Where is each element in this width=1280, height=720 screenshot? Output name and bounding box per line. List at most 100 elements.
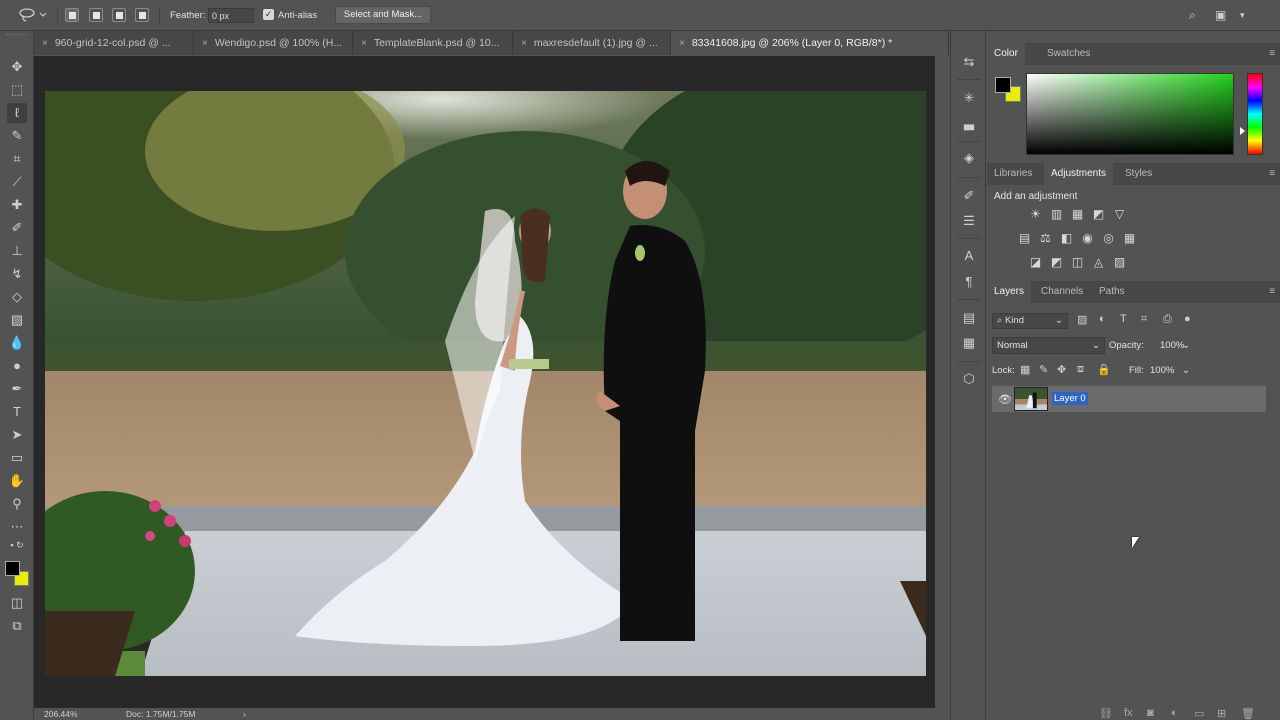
hue-slider[interactable]	[1247, 73, 1263, 155]
close-icon[interactable]: ×	[202, 38, 208, 49]
panel-menu-icon[interactable]: ≡	[1269, 48, 1275, 59]
lock-position-icon[interactable]: ✥	[1057, 363, 1066, 376]
quick-mask-icon[interactable]: ◫	[7, 593, 27, 613]
new-adjustment-layer-icon[interactable]: ◐	[1171, 707, 1178, 719]
3d-cube-icon[interactable]: ⬡	[960, 370, 978, 388]
type-tool-icon[interactable]: T	[7, 402, 27, 422]
brush-panel-icon[interactable]: ✐	[960, 187, 978, 205]
eye-icon[interactable]: 👁	[998, 393, 1012, 406]
eyedropper-tool-icon[interactable]: ⟋	[7, 172, 27, 192]
eraser-tool-icon[interactable]: ◇	[7, 287, 27, 307]
zoom-level[interactable]: 206.44%	[44, 709, 78, 719]
panel-menu-icon[interactable]: ≡	[1269, 286, 1275, 297]
canvas-area[interactable]	[34, 56, 935, 708]
lock-all-icon[interactable]: 🔒	[1097, 363, 1111, 376]
document-tab[interactable]: × TemplateBlank.psd @ 10...	[353, 31, 513, 55]
lock-artboard-icon[interactable]: ⧈	[1077, 363, 1084, 376]
close-icon[interactable]: ×	[42, 38, 48, 49]
new-selection-mode-button[interactable]	[65, 8, 79, 22]
pen-tool-icon[interactable]: ✒	[7, 379, 27, 399]
brightness-panel-icon[interactable]: ✳	[960, 89, 978, 107]
hand-tool-icon[interactable]: ✋	[7, 471, 27, 491]
document-tab[interactable]: × Wendigo.psd @ 100% (H...	[194, 31, 353, 55]
path-selection-tool-icon[interactable]: ➤	[7, 425, 27, 445]
opacity-input[interactable]: 100%	[1160, 338, 1184, 353]
properties-panel-icon[interactable]: ☰	[960, 212, 978, 230]
close-icon[interactable]: ×	[521, 38, 527, 49]
anti-alias-checkbox[interactable]: ✓	[263, 9, 274, 20]
blur-tool-icon[interactable]: 💧	[7, 333, 27, 353]
close-icon[interactable]: ×	[361, 38, 367, 49]
link-layers-icon[interactable]: ⛓	[1099, 707, 1113, 720]
foreground-color-swatch[interactable]	[5, 561, 20, 576]
intersect-selection-button[interactable]	[135, 8, 149, 22]
chevron-down-icon[interactable]: ⌄	[1182, 363, 1190, 378]
tab-layers[interactable]: Layers	[987, 281, 1032, 303]
filter-toggle-icon[interactable]: ●	[1184, 313, 1191, 325]
new-layer-icon[interactable]: ⊞	[1217, 707, 1226, 720]
chevron-down-icon[interactable]: ⌄	[1182, 338, 1190, 353]
selective-color-icon[interactable]: ◬	[1091, 255, 1106, 270]
swap-colors-icon[interactable]: ▪ ↻	[3, 539, 31, 551]
workspace-icon[interactable]: ▣	[1215, 8, 1226, 22]
color-foreground-swatch[interactable]	[995, 77, 1011, 93]
panel-grip[interactable]	[6, 34, 28, 37]
tab-libraries[interactable]: Libraries	[987, 163, 1039, 185]
blend-mode-select[interactable]: Normal ⌄	[992, 337, 1105, 354]
select-and-mask-button[interactable]: Select and Mask...	[335, 6, 431, 24]
quick-selection-tool-icon[interactable]: ✎	[7, 126, 27, 146]
chevron-down-icon[interactable]: ▾	[1240, 10, 1245, 21]
pixel-filter-icon[interactable]: ▨	[1077, 313, 1087, 326]
history-brush-tool-icon[interactable]: ↯	[7, 264, 27, 284]
document-tab[interactable]: × 960-grid-12-col.psd @ ...	[34, 31, 194, 55]
histogram-panel-icon[interactable]: ▃	[960, 114, 978, 132]
tab-channels[interactable]: Channels	[1034, 281, 1090, 303]
document-image[interactable]	[45, 91, 926, 676]
paragraph-panel-icon[interactable]: ¶	[960, 273, 978, 291]
zoom-tool-icon[interactable]: ⚲	[7, 494, 27, 514]
new-group-icon[interactable]: ▭	[1194, 707, 1204, 720]
tab-adjustments[interactable]: Adjustments	[1044, 163, 1114, 185]
notes-panel-icon[interactable]: ▦	[960, 334, 978, 352]
document-tab[interactable]: × maxresdefault (1).jpg @ ...	[513, 31, 671, 55]
layer-row[interactable]: 👁 Layer 0	[992, 386, 1266, 412]
rectangle-tool-icon[interactable]: ▭	[7, 448, 27, 468]
brush-tool-icon[interactable]: ✐	[7, 218, 27, 238]
hue-slider-handle[interactable]	[1240, 127, 1245, 135]
posterize-icon[interactable]: ◩	[1049, 255, 1064, 270]
layer-style-icon[interactable]: fx	[1124, 707, 1133, 719]
photo-filter-icon[interactable]: ◉	[1080, 231, 1095, 246]
lasso-tool-icon[interactable]: ℓ	[7, 103, 27, 123]
clone-stamp-tool-icon[interactable]: ⊥	[7, 241, 27, 261]
tab-swatches[interactable]: Swatches	[1040, 43, 1097, 65]
more-tools-icon[interactable]: ⋯	[7, 517, 27, 537]
document-tab-active[interactable]: × 83341608.jpg @ 206% (Layer 0, RGB/8*) *	[671, 31, 949, 55]
dodge-tool-icon[interactable]: ●	[7, 356, 27, 376]
invert-icon[interactable]: ◪	[1028, 255, 1043, 270]
tab-styles[interactable]: Styles	[1118, 163, 1159, 185]
healing-brush-tool-icon[interactable]: ✚	[7, 195, 27, 215]
threshold-icon[interactable]: ◫	[1070, 255, 1085, 270]
tab-paths[interactable]: Paths	[1092, 281, 1132, 303]
search-icon[interactable]: ⌕	[1189, 8, 1196, 23]
info-panel-icon[interactable]: ▤	[960, 309, 978, 327]
color-lookup-icon[interactable]: ▦	[1122, 231, 1137, 246]
exposure-icon[interactable]: ◩	[1091, 207, 1106, 222]
subtract-from-selection-button[interactable]	[112, 8, 126, 22]
vertical-scrollbar[interactable]	[935, 56, 949, 708]
status-menu-arrow[interactable]: ›	[243, 709, 246, 719]
color-balance-icon[interactable]: ⚖	[1038, 231, 1053, 246]
smart-object-filter-icon[interactable]: ⎙	[1163, 313, 1172, 326]
panel-menu-icon[interactable]: ≡	[1269, 168, 1275, 179]
fill-input[interactable]: 100%	[1150, 363, 1174, 378]
feather-input[interactable]: 0 px	[208, 8, 254, 23]
channel-mixer-icon[interactable]: ◎	[1101, 231, 1116, 246]
layer-filter-kind-select[interactable]: ⌕ Kind ⌄	[992, 313, 1068, 329]
lasso-tool-preset-icon[interactable]	[18, 7, 48, 23]
color-picker-field[interactable]	[1026, 73, 1234, 155]
3d-panel-icon[interactable]: ◈	[960, 149, 978, 167]
tab-color[interactable]: Color	[987, 43, 1025, 65]
gradient-tool-icon[interactable]: ▧	[7, 310, 27, 330]
vibrance-icon[interactable]: ▽	[1112, 207, 1127, 222]
crop-tool-icon[interactable]: ⌗	[7, 149, 27, 169]
